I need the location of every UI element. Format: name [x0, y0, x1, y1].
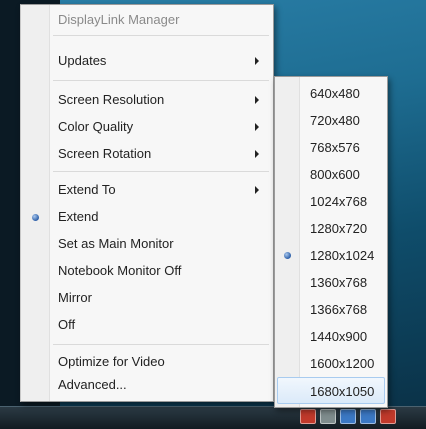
- resolution-option-selected[interactable]: 1280x1024: [275, 242, 387, 269]
- system-tray: [300, 408, 396, 424]
- menu-item-label: Color Quality: [58, 119, 134, 134]
- submenu-arrow-icon: [255, 123, 259, 131]
- menu-item-set-main-monitor[interactable]: Set as Main Monitor: [21, 233, 273, 255]
- submenu-arrow-icon: [255, 150, 259, 158]
- selected-radio-icon: [284, 252, 291, 259]
- menu-item-advanced[interactable]: Advanced...: [21, 374, 273, 396]
- menu-item-label: Set as Main Monitor: [58, 236, 174, 251]
- menu-item-notebook-monitor-off[interactable]: Notebook Monitor Off: [21, 260, 273, 282]
- submenu-arrow-icon: [255, 96, 259, 104]
- menu-item-optimize-video[interactable]: Optimize for Video: [21, 351, 273, 373]
- menu-header: DisplayLink Manager: [58, 12, 180, 27]
- menu-item-screen-resolution[interactable]: Screen Resolution: [21, 89, 273, 111]
- menu-item-label: Advanced...: [58, 377, 127, 392]
- tray-security-icon[interactable]: [380, 408, 396, 424]
- displaylink-context-menu: DisplayLink Manager Updates Screen Resol…: [20, 4, 274, 402]
- resolution-option[interactable]: 1600x1200: [275, 350, 387, 377]
- separator: [53, 171, 269, 172]
- tray-app-icon[interactable]: [300, 408, 316, 424]
- resolution-option[interactable]: 1366x768: [275, 296, 387, 323]
- resolution-option[interactable]: 1024x768: [275, 188, 387, 215]
- separator: [53, 80, 269, 81]
- menu-item-off[interactable]: Off: [21, 314, 273, 336]
- resolution-option[interactable]: 768x576: [275, 134, 387, 161]
- submenu-arrow-icon: [255, 186, 259, 194]
- resolution-option[interactable]: 1360x768: [275, 269, 387, 296]
- tray-monitor-icon[interactable]: [360, 408, 376, 424]
- separator: [53, 35, 269, 36]
- menu-item-label: Notebook Monitor Off: [58, 263, 182, 278]
- menu-item-extend[interactable]: Extend: [21, 206, 273, 228]
- tray-network-icon[interactable]: [320, 408, 336, 424]
- menu-item-label: Screen Rotation: [58, 146, 152, 161]
- menu-item-screen-rotation[interactable]: Screen Rotation: [21, 143, 273, 165]
- menu-item-updates[interactable]: Updates: [21, 50, 273, 72]
- menu-item-label: Mirror: [58, 290, 92, 305]
- menu-item-label: Extend To: [58, 182, 116, 197]
- resolution-option[interactable]: 1440x900: [275, 323, 387, 350]
- selected-radio-icon: [32, 214, 39, 221]
- displaylink-tray-icon[interactable]: [340, 408, 356, 424]
- resolution-option-hover[interactable]: 1680x1050: [277, 377, 385, 404]
- resolution-option[interactable]: 720x480: [275, 107, 387, 134]
- resolution-option[interactable]: 640x480: [275, 80, 387, 107]
- menu-item-label: Extend: [58, 209, 99, 224]
- resolution-option[interactable]: 800x600: [275, 161, 387, 188]
- menu-item-label: Screen Resolution: [58, 92, 165, 107]
- menu-item-mirror[interactable]: Mirror: [21, 287, 273, 309]
- submenu-arrow-icon: [255, 57, 259, 65]
- resolution-submenu: 640x480 720x480 768x576 800x600 1024x768…: [274, 76, 388, 408]
- separator: [53, 344, 269, 345]
- menu-item-extend-to[interactable]: Extend To: [21, 179, 273, 201]
- menu-item-label: Optimize for Video: [58, 354, 165, 369]
- menu-item-label: Updates: [58, 53, 107, 68]
- menu-item-label: Off: [58, 317, 76, 332]
- menu-item-color-quality[interactable]: Color Quality: [21, 116, 273, 138]
- resolution-option[interactable]: 1280x720: [275, 215, 387, 242]
